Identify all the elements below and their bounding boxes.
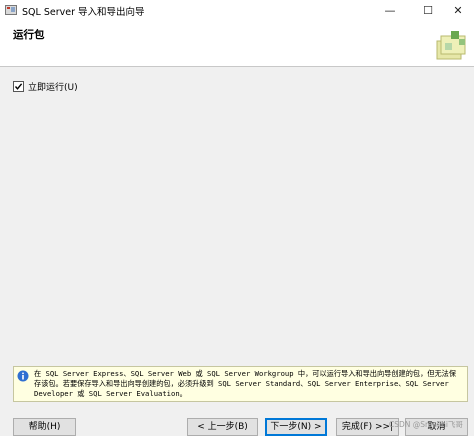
page-title: 运行包 — [13, 29, 45, 41]
back-button[interactable]: < 上一步(B) — [187, 418, 258, 436]
checkmark-icon — [14, 83, 23, 90]
run-immediately-label: 立即运行(U) — [28, 83, 78, 93]
title-bar: SQL Server 导入和导出向导 — ☐ ✕ — [0, 0, 474, 22]
sql-server-app-icon — [5, 5, 17, 15]
maximize-button[interactable]: ☐ — [412, 0, 444, 22]
window-title: SQL Server 导入和导出向导 — [22, 7, 145, 18]
info-message-box: 在 SQL Server Express、SQL Server Web 或 SQ… — [13, 366, 468, 402]
watermark: CSDN @Smallhi飞哥 — [389, 420, 463, 429]
info-icon — [17, 370, 29, 382]
minimize-button[interactable]: — — [374, 0, 406, 22]
next-button[interactable]: 下一步(N) > — [265, 418, 327, 436]
run-immediately-checkbox[interactable] — [13, 81, 24, 92]
page-header: 运行包 — [0, 22, 474, 67]
wizard-package-icon — [436, 31, 466, 60]
help-button[interactable]: 帮助(H) — [13, 418, 76, 436]
close-button[interactable]: ✕ — [442, 0, 474, 22]
main-content: 立即运行(U) — [0, 67, 474, 367]
info-message-text: 在 SQL Server Express、SQL Server Web 或 SQ… — [34, 369, 457, 398]
